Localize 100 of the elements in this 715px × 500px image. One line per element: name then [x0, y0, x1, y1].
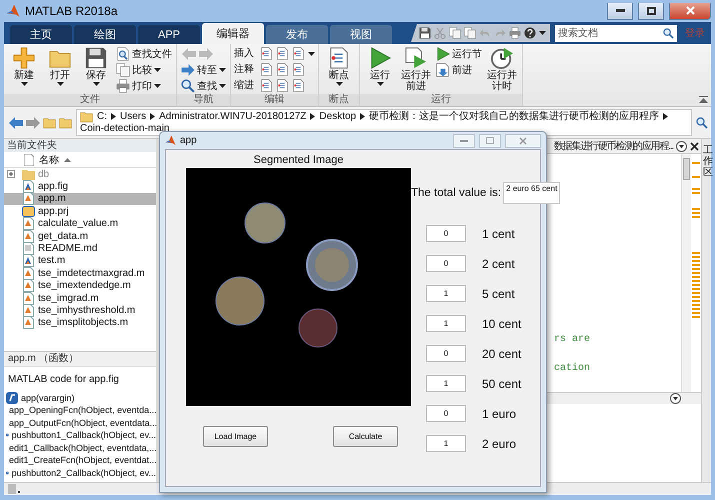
printer-icon [116, 78, 130, 92]
toolstrip-button[interactable]: 打开 [43, 46, 77, 94]
path-segment[interactable]: 硬币检测：这是一个仅对我自己的数据集进行硬币检测的应用程序 [369, 110, 660, 122]
toolstrip-button[interactable]: 运行节 [435, 46, 483, 61]
menu-circle-icon[interactable] [670, 393, 681, 404]
ribbon-tab[interactable]: APP [138, 25, 200, 44]
file-item[interactable]: calculate_value.m [4, 218, 156, 230]
file-item[interactable]: get_data.m [4, 230, 156, 242]
count-field[interactable]: 1 [426, 375, 466, 392]
function-item[interactable]: app_OutputFcn(hObject, eventdata... [6, 416, 156, 429]
function-item[interactable]: edit1_Callback(hObject, eventdata,... [6, 442, 156, 454]
toolstrip-button[interactable]: 运行 [363, 46, 397, 94]
ribbon-tab[interactable]: 主页 [10, 25, 72, 44]
file-search-icon [116, 46, 130, 60]
function-item[interactable]: app_OpeningFcn(hObject, eventda... [6, 404, 156, 416]
push-button[interactable]: Calculate [333, 426, 398, 447]
file-item[interactable]: tse_imgrad.m [4, 292, 156, 304]
function-item[interactable]: pushbutton1_Callback(hObject, ev... [6, 429, 156, 442]
close-button[interactable] [669, 2, 711, 20]
count-field[interactable]: 0 [426, 345, 466, 362]
file-item[interactable]: README.md [4, 242, 156, 255]
file-item[interactable]: db [4, 168, 156, 180]
coin-label: 2 cent [482, 256, 515, 270]
scrollbar[interactable] [681, 154, 691, 392]
toolstrip-button[interactable]: 查找 [180, 78, 227, 93]
menu-circle-icon[interactable] [676, 140, 687, 152]
path-segment[interactable]: Administrator.WIN7U-20180127Z [159, 110, 306, 122]
count-field[interactable]: 0 [426, 225, 466, 242]
file-item[interactable]: tse_imsplitobjects.m [4, 316, 156, 330]
path-segment[interactable]: Users [120, 110, 146, 122]
function-item[interactable]: edit1_CreateFcn(hObject, eventdat... [6, 454, 156, 466]
workspace-tab[interactable]: 工作区 [701, 139, 711, 482]
grip-icon[interactable] [8, 484, 22, 494]
toolbar-button[interactable] [419, 27, 431, 39]
path-segment[interactable]: Coin-detection-main [80, 123, 170, 135]
file-item[interactable]: app.prj [4, 205, 156, 218]
toolstrip-button[interactable]: 比较 [115, 62, 173, 77]
count-field[interactable]: 1 [426, 285, 466, 302]
file-icon [22, 279, 35, 292]
ribbon-tab[interactable]: 绘图 [74, 25, 136, 44]
path-segment[interactable]: Desktop [319, 110, 356, 122]
group-label: 文件 [4, 94, 176, 106]
file-item[interactable]: app.m [4, 192, 156, 206]
close-icon[interactable] [690, 142, 699, 150]
close-button[interactable] [505, 134, 541, 148]
file-item[interactable]: tse_imextendedge.m [4, 280, 156, 292]
file-item[interactable]: app.fig [4, 180, 156, 193]
ribbon-tab[interactable]: 视图 [330, 25, 392, 44]
document-icon [276, 63, 289, 76]
details-title: app.m （函数） [4, 350, 156, 366]
document-icon [260, 47, 273, 60]
column-header[interactable]: 名称 [39, 152, 59, 166]
caret-icon [56, 82, 64, 86]
path-segment[interactable]: C: [97, 110, 107, 122]
function-item[interactable]: app(varargin) [6, 392, 156, 404]
code-line: rs are [554, 334, 592, 347]
back-arrow-icon[interactable] [9, 116, 23, 128]
count-field[interactable]: 0 [426, 255, 466, 272]
caret-icon [154, 68, 161, 72]
caret-icon [376, 82, 384, 86]
total-value-field[interactable]: 2 euro 65 cent [503, 182, 560, 204]
stopwatch-icon [491, 47, 513, 69]
caret-icon [154, 84, 161, 88]
function-item[interactable]: pushbutton2_Callback(hObject, ev... [6, 466, 156, 479]
toolstrip-button[interactable]: 断点 [322, 46, 356, 94]
search-icon [662, 28, 674, 38]
forward-arrow-icon[interactable] [26, 116, 40, 128]
search-icon [696, 116, 708, 128]
toolstrip-button[interactable]: 打印 [115, 78, 173, 93]
toolstrip-button[interactable]: 前进 [435, 62, 483, 77]
search-field[interactable]: 搜索文档 [555, 24, 659, 42]
count-field[interactable]: 1 [426, 315, 466, 332]
count-field[interactable]: 0 [426, 405, 466, 422]
toolstrip-button[interactable]: 新建 [7, 46, 41, 94]
toolbar-button[interactable] [524, 27, 536, 39]
toolstrip-button[interactable]: 运行并前进 [399, 46, 433, 94]
toolstrip-button[interactable]: 转至 [180, 62, 227, 77]
ribbon-tab[interactable]: 发布 [266, 25, 328, 44]
close-icon [686, 6, 694, 15]
toolstrip-button[interactable]: 运行并计时 [485, 46, 519, 94]
minimize-icon [616, 9, 624, 12]
file-icon [22, 192, 35, 206]
maximize-button[interactable] [638, 2, 664, 20]
push-button[interactable]: Load Image [203, 426, 268, 447]
minimize-button[interactable] [607, 2, 633, 20]
file-item[interactable]: tse_imhysthreshold.m [4, 304, 156, 317]
file-icon [22, 316, 35, 330]
toolstrip-button[interactable]: 保存 [79, 46, 113, 94]
editor-tab[interactable]: 数据集进行硬币检测的应用程... [554, 139, 673, 153]
collapse-icon[interactable] [699, 96, 708, 103]
file-item[interactable]: tse_imdetectmaxgrad.m [4, 267, 156, 280]
ribbon-tab[interactable]: 编辑器 [202, 23, 264, 44]
count-field[interactable]: 1 [426, 435, 466, 452]
separator-arrow-icon [111, 113, 116, 120]
document-icon [260, 63, 273, 76]
expand-box-icon[interactable] [7, 170, 15, 178]
search-button[interactable] [659, 24, 677, 42]
toolstrip-button[interactable]: 查找文件 [115, 46, 173, 61]
file-icon [22, 180, 35, 194]
file-item[interactable]: test.m [4, 254, 156, 268]
